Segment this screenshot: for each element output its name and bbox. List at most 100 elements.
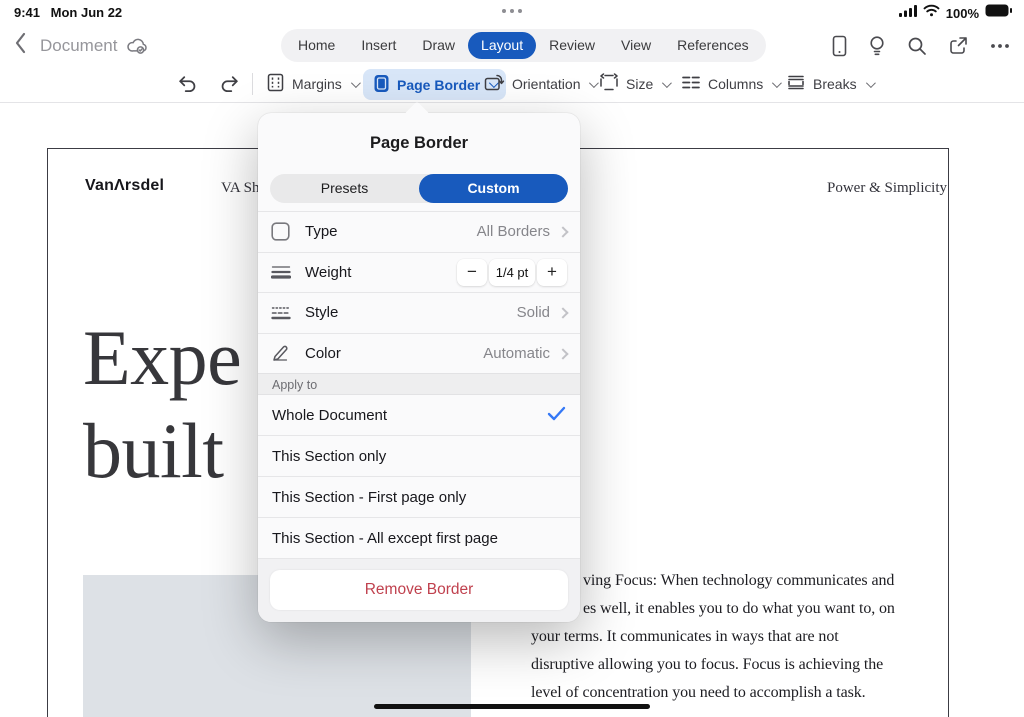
weight-label: Weight — [305, 264, 351, 281]
status-left: 9:41 Mon Jun 22 — [14, 5, 122, 20]
option-all-except-first-page[interactable]: This Section - All except first page — [258, 518, 580, 559]
margins-label: Margins — [292, 76, 342, 92]
option-label: This Section - All except first page — [272, 530, 498, 547]
columns-label: Columns — [708, 76, 763, 92]
battery-percentage: 100% — [946, 6, 979, 21]
clock: 9:41 — [14, 5, 40, 20]
tab-insert[interactable]: Insert — [348, 32, 409, 59]
type-row[interactable]: Type All Borders — [258, 212, 580, 253]
margins-icon — [266, 73, 285, 95]
size-button[interactable]: Size — [599, 66, 669, 102]
margins-button[interactable]: Margins — [266, 66, 358, 102]
type-label: Type — [305, 223, 338, 240]
lightbulb-icon[interactable] — [868, 35, 886, 57]
line-style-icon — [271, 304, 297, 322]
document-back-group: Document — [14, 25, 148, 66]
color-label: Color — [305, 345, 341, 362]
columns-icon — [681, 74, 701, 94]
share-icon[interactable] — [948, 35, 969, 56]
breaks-label: Breaks — [813, 76, 857, 92]
chevron-down-icon — [772, 78, 782, 88]
pen-color-icon — [271, 344, 297, 363]
style-row[interactable]: Style Solid — [258, 293, 580, 334]
option-whole-document[interactable]: Whole Document — [258, 395, 580, 436]
page-border-label: Page Border — [397, 77, 480, 93]
screen: 9:41 Mon Jun 22 100% — [0, 0, 1024, 717]
chevron-down-icon — [351, 78, 361, 88]
document-title[interactable]: Document — [40, 36, 117, 56]
chevron-right-icon — [557, 307, 568, 318]
date: Mon Jun 22 — [51, 5, 123, 20]
tab-review[interactable]: Review — [536, 32, 608, 59]
body-text-line: ving Focus: When technology communicates… — [583, 572, 894, 590]
option-first-page-only[interactable]: This Section - First page only — [258, 477, 580, 518]
checkbox-icon — [271, 222, 297, 241]
custom-segment[interactable]: Custom — [419, 174, 568, 203]
option-label: Whole Document — [272, 407, 387, 424]
wifi-icon — [923, 4, 940, 22]
mobile-view-icon[interactable] — [832, 35, 847, 57]
chevron-down-icon — [866, 78, 876, 88]
columns-button[interactable]: Columns — [681, 66, 779, 102]
chevron-right-icon — [557, 348, 568, 359]
checkmark-icon — [547, 406, 566, 425]
page-border-icon — [373, 74, 390, 96]
battery-icon — [985, 4, 1012, 22]
orientation-icon — [484, 73, 505, 95]
nav-bar: Document Home Insert Draw Layout Review … — [0, 25, 1024, 66]
multitask-dots-icon — [502, 9, 522, 13]
layout-toolbar: Margins Page Border Orientation — [0, 66, 1024, 103]
option-this-section-only[interactable]: This Section only — [258, 436, 580, 477]
apply-to-header: Apply to — [258, 373, 580, 395]
popover-footer: Remove Border — [258, 559, 580, 622]
tab-references[interactable]: References — [664, 32, 762, 59]
home-indicator[interactable] — [374, 704, 650, 710]
undo-button[interactable] — [176, 66, 199, 102]
line-weight-icon — [271, 263, 297, 281]
redo-button[interactable] — [218, 66, 241, 102]
back-chevron-icon[interactable] — [14, 32, 27, 59]
popover-title: Page Border — [258, 134, 580, 153]
status-bar: 9:41 Mon Jun 22 100% — [0, 0, 1024, 25]
tab-view[interactable]: View — [608, 32, 664, 59]
ribbon-tabs: Home Insert Draw Layout Review View Refe… — [281, 29, 766, 62]
orientation-button[interactable]: Orientation — [484, 66, 596, 102]
tab-draw[interactable]: Draw — [409, 32, 468, 59]
cellular-signal-icon — [899, 4, 917, 22]
toolbar-divider — [252, 73, 253, 95]
chevron-down-icon — [662, 78, 672, 88]
vanarsdel-logo: VanΛrsdel — [85, 177, 164, 195]
breaks-button[interactable]: Breaks — [786, 66, 873, 102]
presets-segment[interactable]: Presets — [270, 174, 419, 203]
status-right: 100% — [899, 4, 1012, 22]
option-label: This Section only — [272, 448, 386, 465]
orientation-label: Orientation — [512, 76, 580, 92]
cloud-status-icon — [126, 37, 148, 55]
border-settings-rows: Type All Borders Weight − 1/4 pt — [258, 211, 580, 374]
weight-row: Weight − 1/4 pt + — [258, 253, 580, 294]
weight-increment-button[interactable]: + — [537, 259, 567, 286]
color-value: Automatic — [483, 345, 550, 362]
body-text-line: es well, it enables you to do what you w… — [583, 600, 895, 618]
chevron-down-icon — [589, 78, 599, 88]
size-icon — [599, 73, 619, 95]
style-value: Solid — [517, 304, 550, 321]
tab-home[interactable]: Home — [285, 32, 348, 59]
weight-stepper: − 1/4 pt + — [457, 259, 567, 286]
body-text-line: your terms. It communicates in ways that… — [531, 628, 839, 646]
tab-layout[interactable]: Layout — [468, 32, 536, 59]
type-value: All Borders — [477, 223, 550, 240]
body-text-line: disruptive allowing you to focus. Focus … — [531, 656, 883, 674]
nav-action-icons — [832, 25, 1010, 66]
heading-line-1: Expe — [83, 311, 241, 404]
more-ellipsis-icon[interactable] — [990, 43, 1010, 49]
weight-decrement-button[interactable]: − — [457, 259, 487, 286]
header-tagline: Power & Simplicity — [827, 180, 947, 197]
weight-value: 1/4 pt — [489, 259, 535, 286]
color-row[interactable]: Color Automatic — [258, 334, 580, 375]
heading-line-2: built — [83, 404, 241, 497]
remove-border-button[interactable]: Remove Border — [270, 570, 568, 610]
page-border-popover: Page Border Presets Custom Type All Bord… — [258, 113, 580, 622]
option-label: This Section - First page only — [272, 489, 466, 506]
search-icon[interactable] — [907, 36, 927, 56]
